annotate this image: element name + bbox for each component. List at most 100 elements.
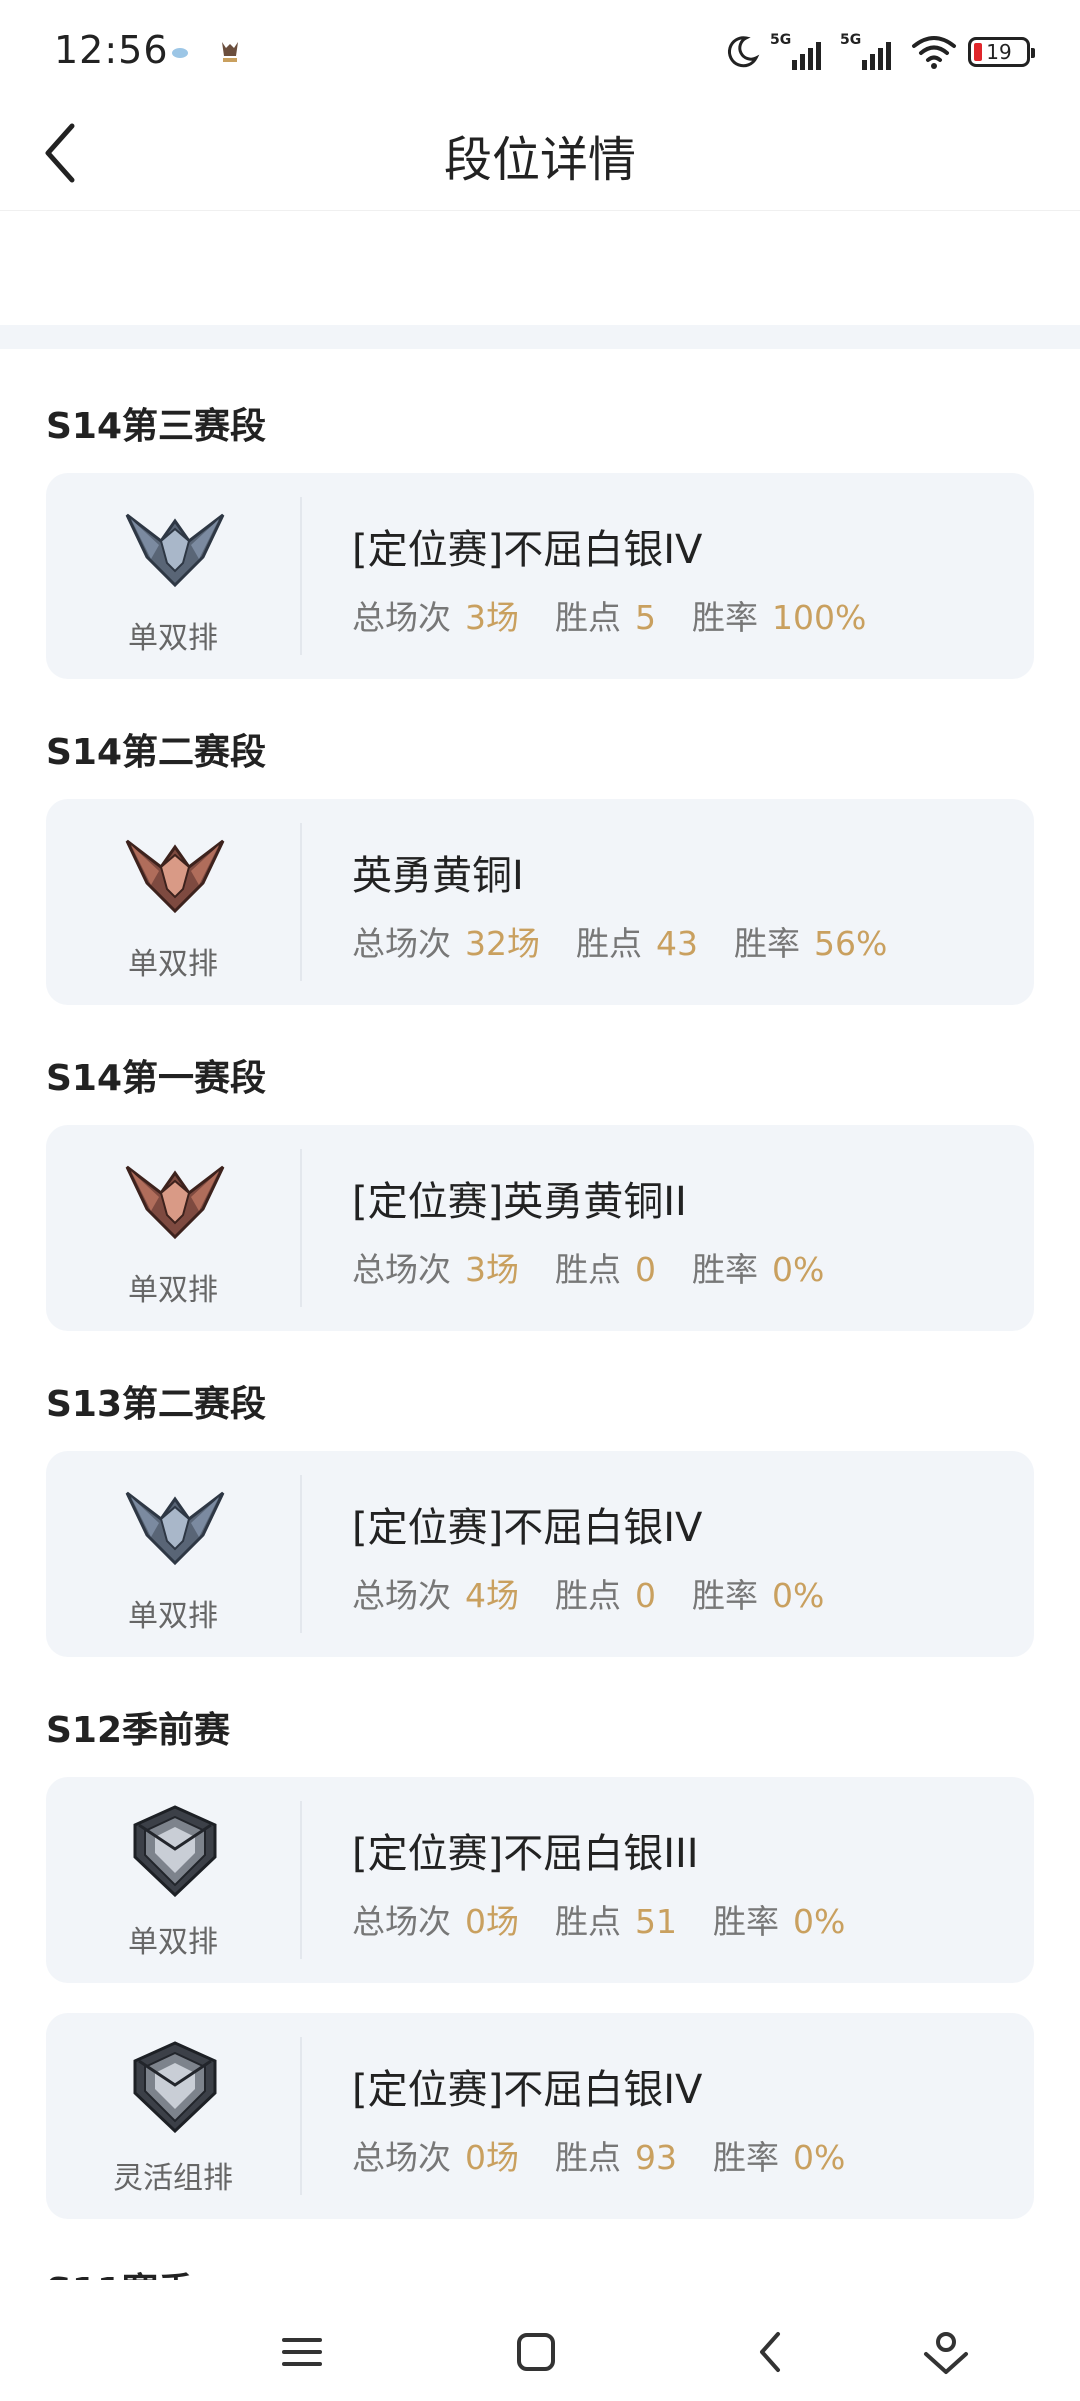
points-label: 胜点 [576, 924, 642, 963]
nav-bar: 段位详情 [0, 100, 1080, 211]
season-title: S14第二赛段 [46, 732, 267, 773]
silver-shield-emblem-icon [133, 1805, 217, 1897]
winrate-value: 56% [814, 924, 888, 963]
card-divider [300, 1149, 302, 1307]
games-value: 4场 [465, 1576, 519, 1615]
games-label: 总场次 [352, 1576, 451, 1615]
games-value: 32场 [465, 924, 540, 963]
rank-card[interactable]: 单双排 [定位赛]不屈白银IV 总场次 4场 胜点 0 胜率 0% [46, 1451, 1034, 1657]
games-label: 总场次 [352, 1250, 451, 1289]
season-title: S12季前赛 [46, 1710, 231, 1751]
rank-card-left: 单双排 [46, 1451, 300, 1657]
points-label: 胜点 [555, 1250, 621, 1289]
games-value: 3场 [465, 1250, 519, 1289]
queue-type-label: 灵活组排 [113, 2161, 233, 2196]
status-time: 12:56 [54, 28, 169, 72]
queue-type-label: 单双排 [128, 947, 218, 982]
page-title: 段位详情 [443, 132, 636, 188]
rank-card-left: 单双排 [46, 1777, 300, 1983]
rank-name: [定位赛]不屈白银III [352, 1831, 699, 1877]
games-label: 总场次 [352, 2138, 451, 2177]
card-divider [300, 1475, 302, 1633]
card-divider [300, 823, 302, 981]
menu-icon[interactable] [272, 2322, 332, 2382]
points-value: 0 [635, 1250, 656, 1289]
season-title: S13第二赛段 [46, 1384, 267, 1425]
rank-name: [定位赛]不屈白银IV [352, 2067, 703, 2113]
bronze-wings-emblem-icon [125, 1165, 225, 1240]
winrate-label: 胜率 [692, 598, 758, 637]
winrate-label: 胜率 [713, 2138, 779, 2177]
assistant-icon[interactable] [916, 2322, 976, 2382]
games-label: 总场次 [352, 598, 451, 637]
season-title-cutoff: S11赛季 [46, 2262, 194, 2280]
rank-card-left: 单双排 [46, 473, 300, 679]
queue-type-label: 单双排 [128, 1599, 218, 1634]
rank-stats: 总场次 4场 胜点 0 胜率 0% [352, 1569, 860, 1617]
rank-card[interactable]: 灵活组排 [定位赛]不屈白银IV 总场次 0场 胜点 93 胜率 0% [46, 2013, 1034, 2219]
app-notification-icon [222, 42, 238, 62]
card-divider [300, 497, 302, 655]
card-divider [300, 1801, 302, 1959]
rank-card[interactable]: 单双排 [定位赛]不屈白银IV 总场次 3场 胜点 5 胜率 100% [46, 473, 1034, 679]
rank-card-left: 单双排 [46, 799, 300, 1005]
rank-card[interactable]: 单双排 [定位赛]英勇黄铜II 总场次 3场 胜点 0 胜率 0% [46, 1125, 1034, 1331]
games-label: 总场次 [352, 924, 451, 963]
winrate-value: 100% [772, 598, 867, 637]
queue-type-label: 单双排 [128, 1273, 218, 1308]
winrate-value: 0% [793, 1902, 846, 1941]
queue-type-label: 单双排 [128, 1925, 218, 1960]
card-divider [300, 2037, 302, 2195]
winrate-label: 胜率 [734, 924, 800, 963]
moon-icon [727, 36, 760, 68]
winrate-label: 胜率 [692, 1576, 758, 1615]
rank-card-left: 单双排 [46, 1125, 300, 1331]
games-value: 0场 [465, 1902, 519, 1941]
system-nav-bar [0, 2300, 1080, 2401]
battery-level: 19 [986, 40, 1012, 64]
rank-name: [定位赛]不屈白银IV [352, 1505, 703, 1551]
rank-name: [定位赛]不屈白银IV [352, 527, 703, 573]
network-type-label: 5G [770, 32, 792, 48]
rank-stats: 总场次 0场 胜点 93 胜率 0% [352, 2131, 881, 2179]
status-bar: 12:56 5G 5G 19 [0, 0, 1080, 100]
rank-stats: 总场次 3场 胜点 0 胜率 0% [352, 1243, 860, 1291]
points-value: 93 [635, 2138, 677, 2177]
wifi-icon [912, 36, 956, 69]
winrate-label: 胜率 [713, 1902, 779, 1941]
rank-card-left: 灵活组排 [46, 2013, 300, 2219]
rank-card[interactable]: 单双排 [定位赛]不屈白银III 总场次 0场 胜点 51 胜率 0% [46, 1777, 1034, 1983]
silver-wings-emblem-icon [125, 513, 225, 588]
points-value: 0 [635, 1576, 656, 1615]
points-label: 胜点 [555, 2138, 621, 2177]
season-title: S14第一赛段 [46, 1058, 267, 1099]
home-icon[interactable] [506, 2322, 566, 2382]
weather-cloud-icon [172, 48, 188, 58]
points-value: 5 [635, 598, 656, 637]
silver-shield-emblem-icon [133, 2041, 217, 2133]
signal-icon-2: 5G [840, 32, 900, 72]
rank-stats: 总场次 0场 胜点 51 胜率 0% [352, 1895, 881, 1943]
points-value: 51 [635, 1902, 677, 1941]
points-label: 胜点 [555, 1576, 621, 1615]
back-nav-icon[interactable] [742, 2322, 802, 2382]
queue-type-label: 单双排 [128, 621, 218, 656]
games-value: 3场 [465, 598, 519, 637]
bronze-wings-emblem-icon [125, 839, 225, 914]
status-right: 5G 5G 19 [724, 30, 1035, 74]
rank-stats: 总场次 3场 胜点 5 胜率 100% [352, 591, 902, 639]
rank-stats: 总场次 32场 胜点 43 胜率 56% [352, 917, 923, 965]
winrate-value: 0% [772, 1250, 825, 1289]
points-label: 胜点 [555, 1902, 621, 1941]
rank-card[interactable]: 单双排 英勇黄铜I 总场次 32场 胜点 43 胜率 56% [46, 799, 1034, 1005]
battery-icon: 19 [968, 37, 1035, 67]
network-type-label-2: 5G [840, 32, 862, 48]
winrate-value: 0% [772, 1576, 825, 1615]
points-label: 胜点 [555, 598, 621, 637]
season-title: S14第三赛段 [46, 406, 267, 447]
section-divider [0, 325, 1080, 349]
signal-icon: 5G [770, 32, 830, 72]
games-label: 总场次 [352, 1902, 451, 1941]
games-value: 0场 [465, 2138, 519, 2177]
silver-wings-emblem-icon [125, 1491, 225, 1566]
